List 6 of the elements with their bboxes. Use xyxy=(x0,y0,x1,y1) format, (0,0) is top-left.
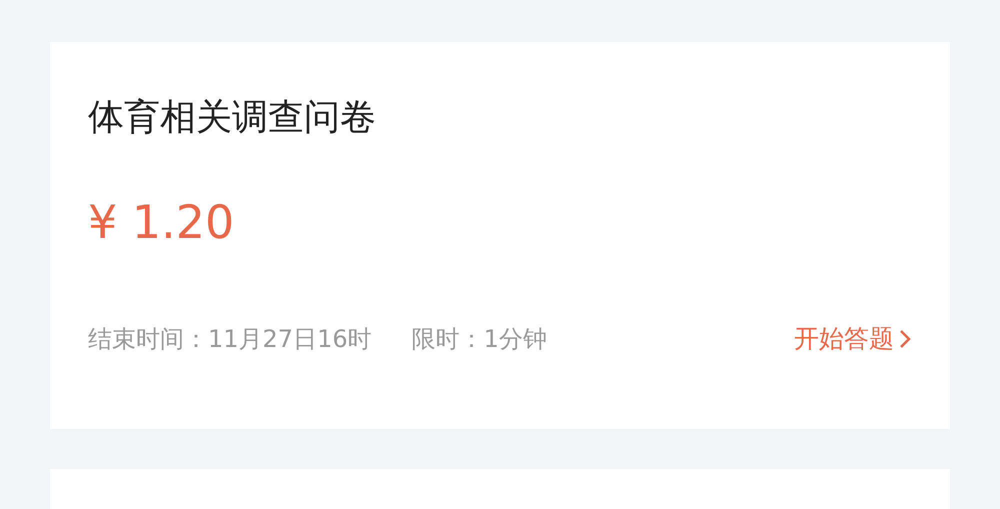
reward-amount: ¥ 1.20 xyxy=(88,194,236,250)
chevron-right-icon xyxy=(898,328,912,350)
time-limit: 限时：1分钟 xyxy=(412,324,547,355)
start-answer-link[interactable]: 开始答题 xyxy=(794,320,912,358)
task-title: 体育相关调查问卷 xyxy=(88,96,377,140)
end-time: 结束时间：11月27日16时 xyxy=(88,324,372,355)
